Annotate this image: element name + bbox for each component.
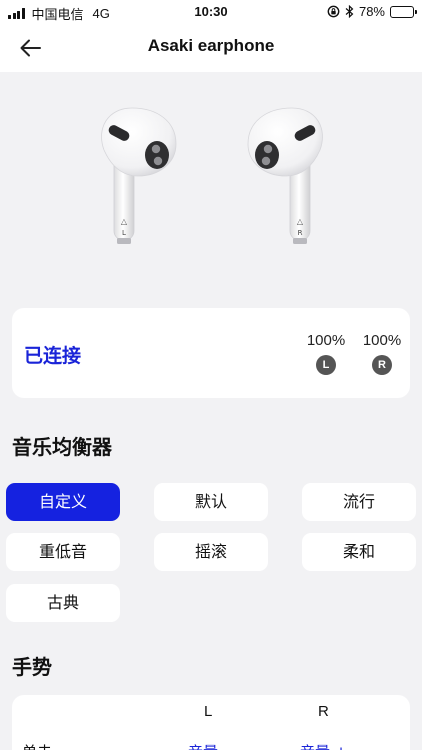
svg-text:△: △ [297, 217, 304, 226]
left-battery: 100% L [304, 332, 348, 375]
earbuds-image: △ L △ R [101, 107, 323, 244]
left-earbud: △ L [101, 107, 177, 244]
gesture-left-action[interactable]: 音量 - [188, 741, 228, 750]
eq-option-custom[interactable]: 自定义 [6, 483, 120, 521]
gesture-col-left: L [204, 703, 213, 720]
rotation-lock-icon [327, 5, 340, 18]
right-battery-value: 100% [362, 332, 402, 349]
eq-option-default[interactable]: 默认 [154, 483, 268, 521]
right-marker: R [298, 229, 303, 237]
left-battery-value: 100% [306, 332, 346, 349]
status-right: 78% [327, 4, 417, 19]
gesture-right-action[interactable]: 音量 + [300, 741, 347, 750]
nav-header: Asaki earphone [0, 24, 422, 72]
right-badge: R [372, 355, 392, 375]
page-title: Asaki earphone [147, 36, 275, 55]
connection-status: 已连接 [24, 345, 82, 367]
status-bar: 中国电信 4G 10:30 78% [0, 0, 422, 24]
right-earbud: △ R [247, 107, 323, 244]
gesture-col-right: R [318, 703, 329, 720]
left-badge: L [316, 355, 336, 375]
eq-option-rock[interactable]: 摇滚 [154, 533, 268, 571]
right-battery: 100% R [360, 332, 404, 375]
gestures-title: 手势 [12, 655, 52, 679]
gesture-row-label: 单击 [22, 741, 52, 750]
equalizer-title: 音乐均衡器 [12, 435, 112, 459]
gestures-card: L R 单击 音量 - 音量 + [12, 695, 410, 750]
left-marker: L [122, 229, 126, 237]
connection-card: 已连接 100% L 100% R [12, 308, 410, 398]
eq-option-classical[interactable]: 古典 [6, 584, 120, 622]
bluetooth-icon [345, 5, 354, 18]
battery-icon [390, 5, 417, 18]
battery-percent: 78% [358, 4, 385, 19]
eq-option-soft[interactable]: 柔和 [302, 533, 416, 571]
svg-text:△: △ [121, 217, 128, 226]
eq-option-bass[interactable]: 重低音 [6, 533, 120, 571]
eq-option-pop[interactable]: 流行 [302, 483, 416, 521]
